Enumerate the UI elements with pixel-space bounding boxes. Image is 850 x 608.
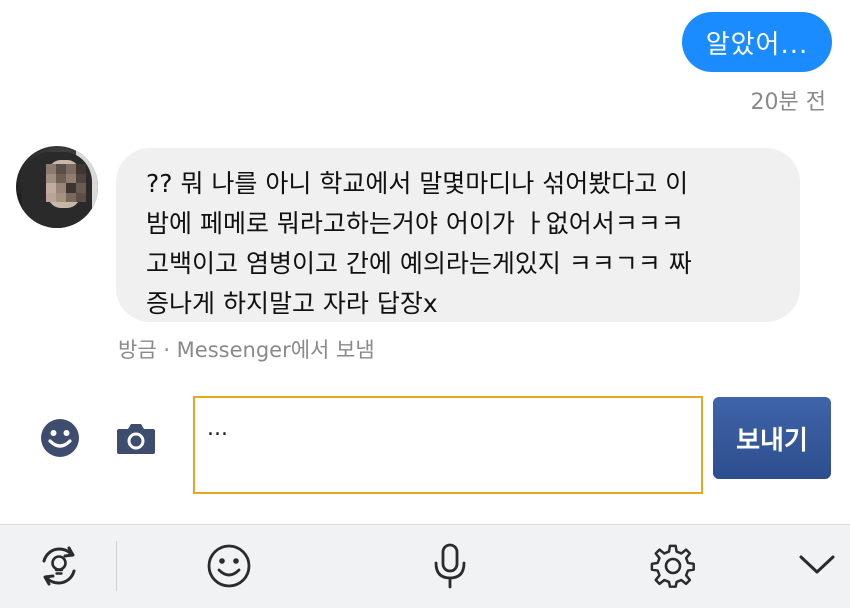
incoming-message-line: 증나게 하지말고 자라 답장x <box>146 289 438 318</box>
avatar[interactable] <box>16 146 98 228</box>
outgoing-message-timestamp: 20분 전 <box>750 90 826 115</box>
settings-gear-icon[interactable] <box>650 543 696 593</box>
microphone-icon[interactable] <box>432 543 468 593</box>
incoming-message-line: 밤에 페메로 뭐라고하는거야 어이가 ㅏ없어서ㅋㅋㅋ <box>146 209 684 238</box>
incoming-message-line: 고백이고 염병이고 간에 예의라는게있지 ㅋㅋㄱㅋ 짜 <box>146 249 692 278</box>
send-button-label: 보내기 <box>736 425 808 456</box>
smiley-icon[interactable] <box>39 417 81 459</box>
chevron-down-icon[interactable] <box>798 553 836 581</box>
message-input[interactable]: ... <box>193 396 703 494</box>
send-button[interactable]: 보내기 <box>713 397 831 479</box>
sync-lightbulb-icon[interactable] <box>36 543 82 593</box>
toolbar-divider <box>116 541 117 591</box>
messenger-chat-screen: 알았어... 20분 전 ?? 뭐 나를 아니 학교에서 말몇마디나 섞어봤다고… <box>0 0 850 608</box>
incoming-message-line: ?? 뭐 나를 아니 학교에서 말몇마디나 섞어봤다고 이 <box>146 169 689 198</box>
smiley-icon[interactable] <box>206 543 252 593</box>
incoming-message-bubble[interactable]: ?? 뭐 나를 아니 학교에서 말몇마디나 섞어봤다고 이 밤에 페메로 뭐라고… <box>116 148 800 322</box>
message-input-value: ... <box>207 416 228 441</box>
outgoing-message-text: 알았어... <box>705 29 809 60</box>
pixelated-face-mosaic <box>46 164 86 202</box>
incoming-message-meta: 방금 · Messenger에서 보냄 <box>118 338 375 362</box>
keyboard-toolbar <box>0 524 850 608</box>
outgoing-message-bubble[interactable]: 알았어... <box>682 12 832 72</box>
camera-icon[interactable] <box>116 421 156 455</box>
